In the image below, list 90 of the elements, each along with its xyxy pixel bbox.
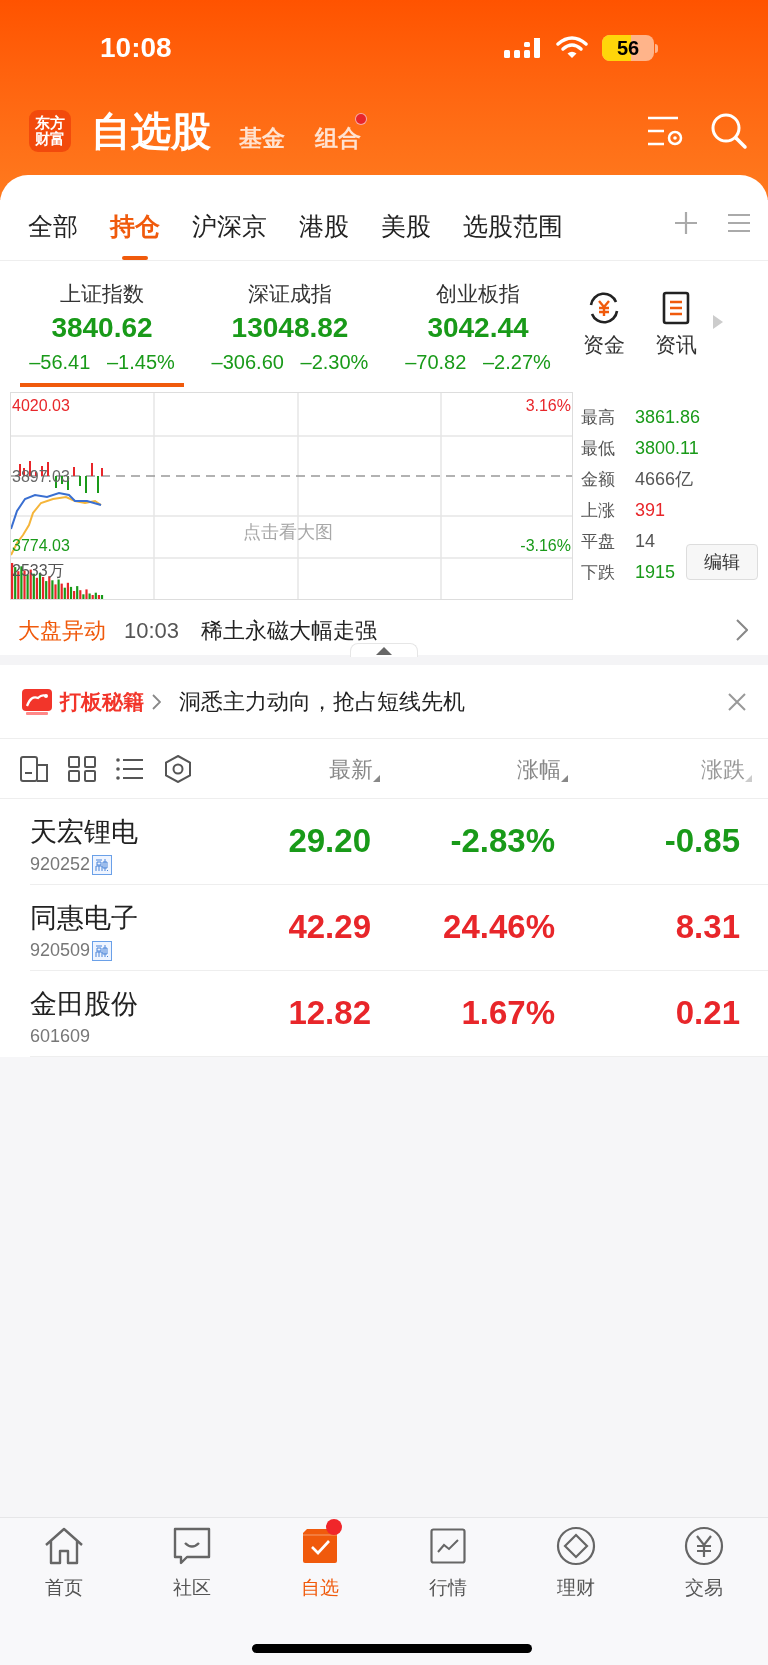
- stat-label: 上涨: [581, 499, 616, 522]
- sort-column-header[interactable]: 涨幅: [517, 753, 568, 786]
- index-card[interactable]: 创业板指 3042.44 –70.82 –2.27%: [391, 279, 565, 387]
- stock-name: 金田股份: [30, 988, 138, 1021]
- stock-name: 同惠电子: [30, 902, 138, 935]
- quote-value: 42.29: [288, 907, 371, 947]
- chart-hint: 点击看大图: [243, 521, 333, 543]
- stock-row[interactable]: 金田股份 601609 12.82 1.67% 0.21: [30, 971, 768, 1057]
- home-icon: [44, 1527, 84, 1565]
- chevron-right-icon: [736, 619, 748, 641]
- promo-text: 洞悉主力动向，抢占短线先机: [179, 688, 465, 716]
- alert-headline: 稀土永磁大幅走强: [201, 616, 378, 645]
- quote-value: 8.31: [675, 907, 740, 947]
- stock-row[interactable]: 天宏锂电 920252 29.20 -2.83% -0.85: [30, 799, 768, 885]
- quote-value: -0.85: [664, 821, 740, 861]
- alert-tag: 大盘异动: [18, 613, 106, 647]
- stock-row[interactable]: 同惠电子 920509 42.29 24.46% 8.31: [30, 885, 768, 971]
- app-logo: 东方 财富: [29, 110, 71, 152]
- search-icon[interactable]: [710, 112, 748, 150]
- nav-tab[interactable]: 首页: [44, 1526, 84, 1608]
- promo-title: 打板秘籍: [60, 688, 144, 715]
- category-tab[interactable]: 港股: [299, 210, 349, 260]
- stock-code: 920252: [30, 853, 91, 876]
- stock-name: 天宏锂电: [30, 816, 138, 849]
- quote-value: 0.21: [675, 993, 740, 1033]
- add-icon[interactable]: [674, 211, 698, 235]
- quote-value: 12.82: [288, 993, 371, 1033]
- stock-card-view-icon[interactable]: [20, 755, 48, 782]
- collapse-handle[interactable]: [350, 643, 418, 657]
- stat-value: 3861.86: [635, 406, 701, 429]
- yuan-circle-icon: [684, 1526, 724, 1566]
- stat-label: 平盘: [581, 530, 616, 553]
- stat-value: 391: [635, 499, 666, 522]
- stat-value: 14: [635, 530, 656, 553]
- battery-level: 56: [615, 36, 641, 61]
- market-alert-row[interactable]: 大盘异动 10:03 稀土永磁大幅走强: [0, 605, 768, 655]
- shortcut-button[interactable]: 资讯: [655, 261, 697, 361]
- chart-card-icon: [22, 688, 52, 715]
- diamond-circle-icon: [556, 1526, 596, 1566]
- sort-indicator-icon: [561, 775, 568, 782]
- stock-code: 920509: [30, 939, 91, 962]
- category-tab[interactable]: 美股: [381, 210, 431, 260]
- quote-value: 24.46%: [443, 907, 555, 947]
- sort-indicator-icon: [745, 775, 752, 782]
- nav-tab[interactable]: 交易: [684, 1526, 724, 1608]
- line-chart-icon: [430, 1528, 466, 1564]
- chart-high-label: 4020.03: [12, 396, 70, 416]
- stock-code: 601609: [30, 1025, 91, 1048]
- chat-bubble-icon: [173, 1527, 211, 1565]
- category-tab[interactable]: 全部: [28, 210, 78, 260]
- category-tab[interactable]: 选股范围: [463, 210, 563, 260]
- quote-value: 29.20: [288, 821, 371, 861]
- shortcut-button[interactable]: 资金: [583, 261, 625, 361]
- stat-label: 下跌: [581, 561, 616, 584]
- quote-value: -2.83%: [450, 821, 555, 861]
- nav-tab[interactable]: 理财: [556, 1526, 596, 1608]
- hexagon-settings-icon[interactable]: [164, 754, 192, 783]
- checked-box-icon: [301, 1527, 339, 1565]
- stat-value: 3800.11: [635, 437, 699, 460]
- caret-up-icon: [376, 646, 392, 655]
- nav-tab[interactable]: 行情: [429, 1526, 467, 1608]
- index-card[interactable]: 深证成指 13048.82 –306.60 –2.30%: [203, 279, 377, 387]
- stat-value: 1915: [635, 561, 676, 584]
- signal-icon: [504, 37, 542, 59]
- list-view-icon[interactable]: [116, 757, 144, 780]
- index-card[interactable]: 上证指数 3840.62 –56.41 –1.45%: [15, 279, 189, 387]
- nav-tab[interactable]: 社区: [173, 1526, 211, 1608]
- right-arrow-icon[interactable]: [713, 315, 723, 329]
- sort-indicator-icon: [373, 775, 380, 782]
- edit-button[interactable]: 编辑: [686, 544, 758, 580]
- quote-value: 1.67%: [461, 993, 555, 1033]
- chart-low-percent: -3.16%: [520, 537, 571, 555]
- document-icon: [662, 291, 690, 325]
- stat-value: 4666亿: [635, 468, 694, 491]
- chevron-right-icon: [152, 693, 161, 710]
- stat-label: 金额: [581, 468, 616, 491]
- promo-banner[interactable]: 打板秘籍 洞悉主力动向，抢占短线先机: [0, 665, 768, 739]
- close-icon[interactable]: [728, 692, 746, 711]
- category-tab[interactable]: 沪深京: [192, 210, 267, 260]
- status-time: 10:08: [100, 31, 172, 65]
- wifi-icon: [556, 36, 588, 60]
- yuan-cycle-icon: [587, 291, 621, 325]
- stat-label: 最低: [581, 437, 616, 460]
- grid-view-icon[interactable]: [68, 755, 96, 782]
- list-settings-icon[interactable]: [646, 114, 684, 148]
- alert-time: 10:03: [124, 616, 180, 645]
- stat-label: 最高: [581, 406, 616, 429]
- sort-column-header[interactable]: 最新: [329, 753, 380, 786]
- menu-icon[interactable]: [728, 213, 750, 233]
- chart-high-percent: 3.16%: [525, 396, 571, 416]
